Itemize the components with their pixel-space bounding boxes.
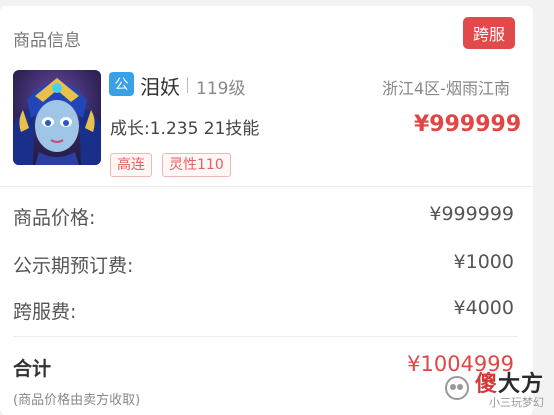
- divider: [0, 186, 533, 187]
- product-price: ¥999999: [414, 112, 522, 137]
- fee-label-product-price: 商品价格:: [13, 207, 96, 229]
- character-level: 119级: [196, 79, 246, 99]
- order-card: 商品信息 跨服 公 泪妖 119级 浙江4区-烟雨江南 成长:1.235 21技…: [0, 6, 533, 415]
- total-note: (商品价格由卖方收取): [13, 393, 141, 408]
- character-portrait-icon: [13, 78, 101, 165]
- character-name: 泪妖: [140, 75, 180, 99]
- divider: [187, 77, 188, 93]
- server-name: 浙江4区-烟雨江南: [382, 79, 510, 98]
- divider: [13, 336, 518, 337]
- wechat-channel-icon: [445, 376, 469, 400]
- tag-spirit: 灵性110: [162, 153, 231, 177]
- sect-tag: 公: [109, 72, 134, 96]
- cross-server-badge: 跨服: [463, 17, 515, 49]
- fee-label-reservation: 公示期预订费:: [13, 255, 134, 277]
- section-title: 商品信息: [13, 31, 81, 51]
- total-label: 合计: [13, 358, 52, 380]
- growth-skills: 成长:1.235 21技能: [110, 119, 260, 139]
- fee-value-cross-server: ¥4000: [453, 297, 514, 319]
- character-avatar[interactable]: [13, 70, 101, 165]
- fee-label-cross-server: 跨服费:: [13, 301, 77, 323]
- watermark: 傻大方 小三玩梦幻: [445, 364, 553, 412]
- tag-high-combo: 高连: [110, 153, 152, 177]
- fee-value-product-price: ¥999999: [429, 203, 514, 225]
- fee-value-reservation: ¥1000: [453, 251, 514, 273]
- watermark-sub: 小三玩梦幻: [489, 396, 544, 409]
